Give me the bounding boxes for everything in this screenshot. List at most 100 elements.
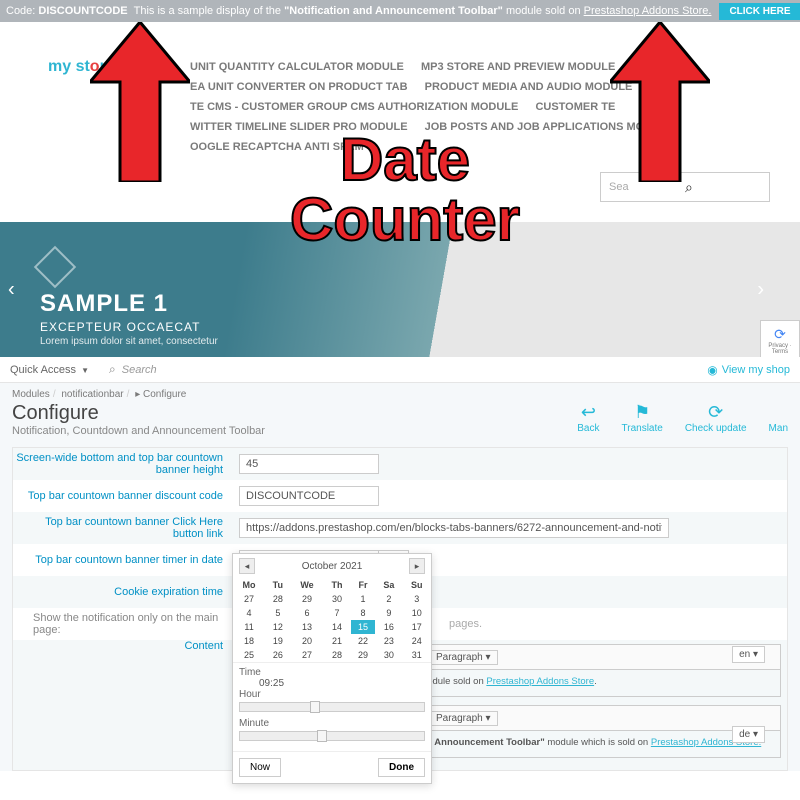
datepicker-day[interactable]: 1 [351,592,376,606]
datepicker-day[interactable]: 10 [403,606,431,620]
minute-slider[interactable] [239,731,425,741]
notification-message: This is a sample display of the "Notific… [134,5,712,17]
language-selector[interactable]: de ▾ [732,726,765,743]
next-month-button[interactable]: ▸ [409,558,425,574]
view-shop-link[interactable]: ◉View my shop [707,363,790,377]
search-icon[interactable]: ⌕ [109,362,116,377]
check-update-button[interactable]: ⟳Check update [685,402,747,434]
annotation-line: Counter [290,190,520,250]
datepicker-day[interactable]: 22 [351,634,376,648]
datepicker-day[interactable]: 30 [323,592,350,606]
lang-label: de [739,729,750,740]
menu-item[interactable]: EA UNIT CONVERTER ON PRODUCT TAB [190,81,408,93]
admin-search-input[interactable]: Search [122,364,157,376]
time-value: 09:25 [239,678,425,689]
back-button[interactable]: ↩Back [577,402,599,434]
menu-item[interactable]: MP3 STORE AND PREVIEW MODULE [421,61,615,73]
now-button[interactable]: Now [239,758,281,777]
height-input[interactable] [239,454,379,474]
msg-prefix: This is a sample display of the [134,5,284,17]
datepicker-day[interactable]: 16 [375,620,402,634]
logo-part: my [48,58,71,75]
dow-header: We [291,578,324,592]
para-label: Paragraph [436,713,483,724]
breadcrumb-item[interactable]: notificationbar [61,389,123,400]
datepicker-day[interactable]: 18 [233,634,265,648]
datepicker-day[interactable]: 29 [291,592,324,606]
datepicker-day[interactable]: 7 [323,606,350,620]
rte-link[interactable]: Prestashop Addons Store [486,676,594,687]
datepicker-day[interactable]: 26 [265,648,290,662]
dow-header: Fr [351,578,376,592]
datepicker-day[interactable]: 14 [323,620,350,634]
msg-bold: "Notification and Announcement Toolbar" [284,5,503,17]
quick-access-bar: Quick Access ▼ ⌕ Search ◉View my shop [0,357,800,383]
datepicker-day[interactable]: 29 [351,648,376,662]
menu-item[interactable]: CUSTOMER TE [535,101,615,113]
language-selector[interactable]: en ▾ [732,646,765,663]
datepicker-day[interactable]: 27 [233,592,265,606]
datepicker-day[interactable]: 4 [233,606,265,620]
code-value: DISCOUNTCODE [38,5,127,17]
dow-header: Su [403,578,431,592]
back-icon: ↩ [581,402,596,423]
breadcrumb-item: Configure [143,389,186,400]
datepicker-day[interactable]: 20 [291,634,324,648]
dow-header: Mo [233,578,265,592]
annotation-line: Date [290,130,520,190]
field-label: Screen-wide bottom and top bar countown … [13,452,233,476]
prev-month-button[interactable]: ◂ [239,558,255,574]
paragraph-dropdown[interactable]: Paragraph ▾ [429,650,498,665]
datepicker-day[interactable]: 13 [291,620,324,634]
menu-item[interactable]: PRODUCT MEDIA AND AUDIO MODULE [425,81,633,93]
datepicker-day[interactable]: 12 [265,620,290,634]
datepicker-day[interactable]: 5 [265,606,290,620]
datepicker-day[interactable]: 28 [323,648,350,662]
addons-link[interactable]: Prestashop Addons Store. [584,5,712,17]
datepicker-day[interactable]: 9 [375,606,402,620]
datepicker-day[interactable]: 27 [291,648,324,662]
menu-item[interactable]: UNIT QUANTITY CALCULATOR MODULE [190,61,404,73]
datepicker-day[interactable]: 6 [291,606,324,620]
hero-next-icon[interactable]: › [757,278,764,301]
datepicker-day[interactable]: 2 [375,592,402,606]
chevron-down-icon: ▼ [81,366,89,375]
datepicker-day[interactable]: 17 [403,620,431,634]
datepicker-day[interactable]: 11 [233,620,265,634]
recaptcha-badge[interactable]: ⟳ Privacy · Terms [760,320,800,360]
breadcrumb-item[interactable]: Modules [12,389,50,400]
hero-prev-icon[interactable]: ‹ [8,278,15,301]
translate-button[interactable]: ⚑Translate [622,402,663,434]
datepicker-month: October 2021 [302,561,363,572]
quick-access-dropdown[interactable]: Quick Access ▼ [10,364,89,376]
lang-label: en [739,649,750,660]
datepicker-day[interactable]: 19 [265,634,290,648]
manage-button[interactable]: ⚙Man [769,402,788,434]
eye-icon: ◉ [707,363,717,377]
link-input[interactable] [239,518,669,538]
datepicker-day[interactable]: 25 [233,648,265,662]
datepicker-day[interactable]: 28 [265,592,290,606]
done-button[interactable]: Done [378,758,425,777]
refresh-icon: ⟳ [708,402,723,423]
datepicker-day[interactable]: 21 [323,634,350,648]
datepicker-day[interactable]: 30 [375,648,402,662]
menu-item[interactable]: TE CMS - CUSTOMER GROUP CMS AUTHORIZATIO… [190,101,518,113]
discount-code-input[interactable] [239,486,379,506]
datepicker-day[interactable]: 15 [351,620,376,634]
datepicker-day[interactable]: 23 [375,634,402,648]
hint-text: pages. [449,618,482,630]
datepicker-day[interactable]: 24 [403,634,431,648]
annotation-arrow-right [610,22,710,182]
logo-part: st [71,58,90,75]
page-header: Configure Notification, Countdown and An… [0,400,800,447]
datepicker-day[interactable]: 3 [403,592,431,606]
paragraph-dropdown[interactable]: Paragraph ▾ [429,711,498,726]
datepicker-day[interactable]: 8 [351,606,376,620]
datepicker-grid: MoTuWeThFrSaSu 2728293012345678910111213… [233,578,431,662]
datepicker-day[interactable]: 31 [403,648,431,662]
click-here-button[interactable]: CLICK HERE [719,3,800,20]
annotation-arrow-left [90,22,190,182]
hour-slider[interactable] [239,702,425,712]
field-label: Show the notification only on the main p… [13,612,233,636]
